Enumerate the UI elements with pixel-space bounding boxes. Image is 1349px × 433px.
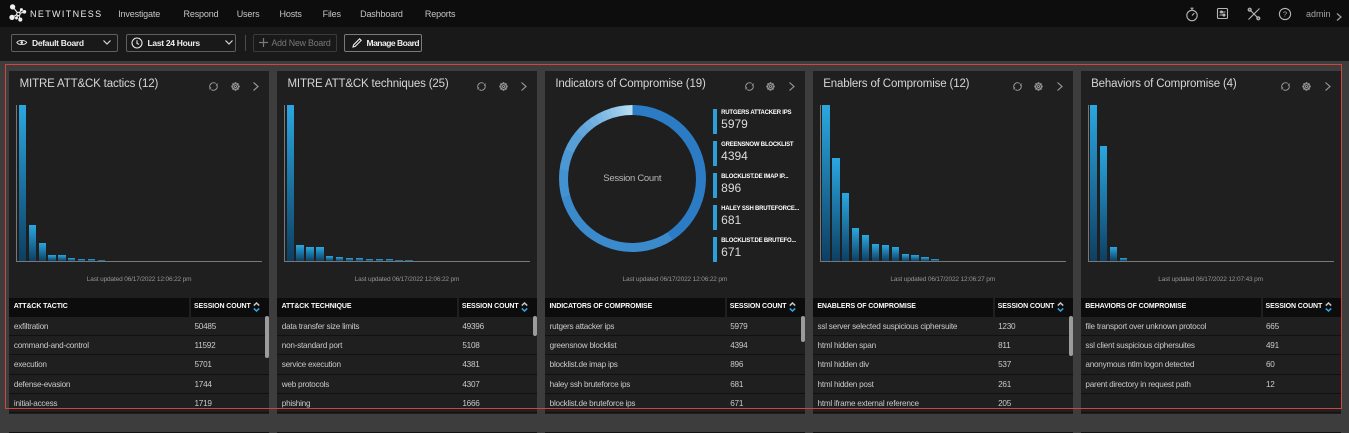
svg-text:?: ? <box>1282 9 1286 18</box>
